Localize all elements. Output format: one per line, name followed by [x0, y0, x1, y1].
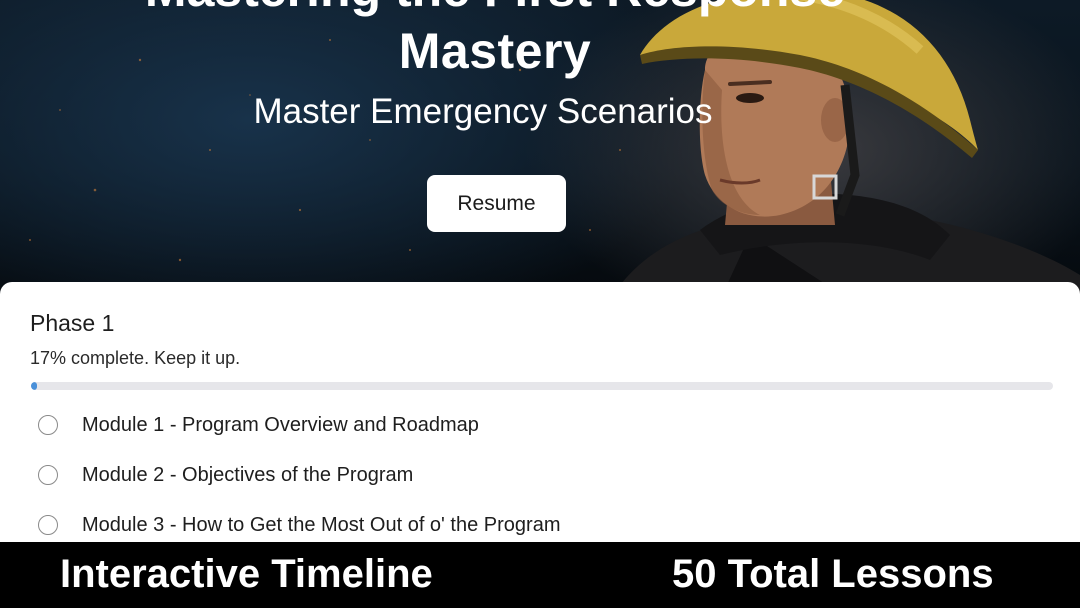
hero-subtitle: Master Emergency Scenarios — [253, 92, 713, 131]
module-list: Module 1 - Program Overview and Roadmap … — [0, 400, 1080, 550]
caption-banner: Interactive Timeline 50 Total Lessons — [0, 542, 1080, 608]
module-radio[interactable] — [38, 415, 58, 435]
progress-bar-fill — [31, 382, 38, 390]
resume-button[interactable]: Resume — [427, 175, 566, 232]
module-item-2[interactable]: Module 2 - Objectives of the Program — [0, 450, 1080, 500]
module-label: Module 1 - Program Overview and Roadmap — [82, 413, 479, 436]
progress-text: 17% complete. Keep it up. — [30, 348, 241, 368]
module-item-1[interactable]: Module 1 - Program Overview and Roadmap — [0, 400, 1080, 450]
module-radio[interactable] — [38, 515, 58, 535]
module-radio[interactable] — [38, 465, 58, 485]
banner-right-caption: 50 Total Lessons — [672, 552, 994, 596]
course-progress-card: Phase 1 17% complete. Keep it up. Module… — [0, 282, 1080, 552]
module-label: Module 3 - How to Get the Most Out of o'… — [82, 513, 561, 536]
progress-bar — [31, 382, 1053, 390]
module-label: Module 2 - Objectives of the Program — [82, 463, 414, 486]
phase-title: Phase 1 — [30, 310, 115, 336]
hero-title-top: Mastering the First Response — [0, 0, 990, 18]
hero-section: Mastering the First Response Mastery Mas… — [0, 0, 1080, 300]
banner-left-caption: Interactive Timeline — [60, 552, 433, 596]
hero-title: Mastery — [398, 23, 592, 79]
